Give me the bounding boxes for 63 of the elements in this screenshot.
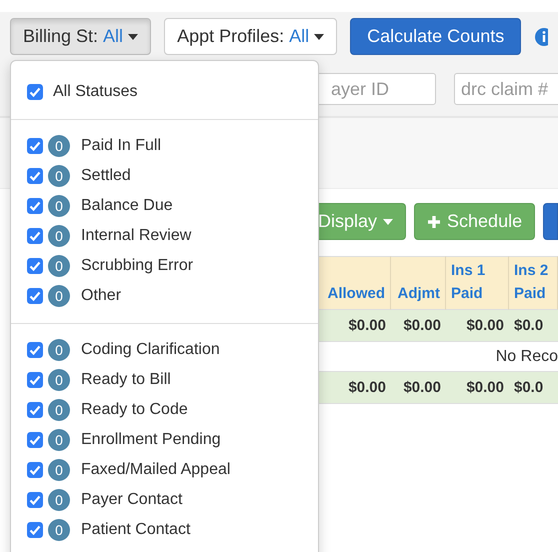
checkbox[interactable] <box>27 288 43 304</box>
menu-item-label[interactable]: Paid In Full <box>81 137 162 155</box>
checkbox[interactable] <box>27 492 43 508</box>
column-header[interactable]: Adjmt <box>391 256 446 310</box>
table-cell: $0.00 <box>318 310 391 342</box>
menu-item-label[interactable]: Balance Due <box>81 197 173 215</box>
menu-item-label[interactable]: Other <box>81 287 122 305</box>
count-badge: 0 <box>48 195 70 217</box>
menu-item-label[interactable]: Ready to Bill <box>81 371 171 389</box>
info-icon[interactable] <box>534 26 548 46</box>
caret-icon <box>128 34 138 40</box>
checkbox[interactable] <box>27 462 43 478</box>
checkbox[interactable] <box>27 198 43 214</box>
column-header[interactable]: Allowed <box>318 256 391 310</box>
column-header[interactable]: Ins 1 Paid <box>446 256 509 310</box>
count-badge: 0 <box>48 489 70 511</box>
column-header[interactable]: Ins 2 Paid <box>509 256 558 310</box>
menu-item-label[interactable]: Payer Contact <box>81 491 182 509</box>
table-cell: $0.00 <box>391 310 446 342</box>
menu-item-label[interactable]: Settled <box>81 167 131 185</box>
calculate-counts-button[interactable]: Calculate Counts <box>350 18 522 55</box>
caret-icon <box>314 34 324 40</box>
checkbox[interactable] <box>27 228 43 244</box>
count-badge: 0 <box>48 519 70 541</box>
checkbox[interactable] <box>27 402 43 418</box>
search-field[interactable]: drc claim # <box>454 73 558 105</box>
count-badge: 0 <box>48 429 70 451</box>
checkbox[interactable] <box>27 522 43 538</box>
table-cell: $0.00 <box>391 372 446 404</box>
table-cell: $0.00 <box>318 372 391 404</box>
menu-item-label[interactable]: Enrollment Pending <box>81 431 221 449</box>
menu-item-label[interactable]: Faxed/Mailed Appeal <box>81 461 230 479</box>
checkbox[interactable] <box>27 84 43 100</box>
count-badge: 0 <box>48 459 70 481</box>
checkbox[interactable] <box>27 432 43 448</box>
checkbox[interactable] <box>27 138 43 154</box>
menu-item-label[interactable]: Coding Clarification <box>81 341 220 359</box>
plus-icon <box>427 214 442 228</box>
checkbox[interactable] <box>27 168 43 184</box>
table-cell: $0.0 <box>509 372 558 404</box>
caret-icon <box>383 218 394 224</box>
menu-item-label[interactable]: Internal Review <box>81 227 192 245</box>
table-cell: $0.0 <box>509 310 558 342</box>
checkbox[interactable] <box>27 342 43 358</box>
table-cell: $0.00 <box>446 372 509 404</box>
billing-status-dropdown[interactable]: Billing St: All <box>10 18 152 55</box>
menu-item-label[interactable]: Ready to Code <box>81 401 188 419</box>
count-badge: 0 <box>48 339 70 361</box>
menu-item-label[interactable]: Scrubbing Error <box>81 257 194 275</box>
appt-profiles-dropdown[interactable]: Appt Profiles: All <box>164 18 338 55</box>
menu-item-label[interactable]: All Statuses <box>53 83 138 101</box>
count-badge: 0 <box>48 399 70 421</box>
empty-message: No Reco <box>496 348 558 366</box>
menu-item-label[interactable]: Patient Contact <box>81 521 190 539</box>
count-badge: 0 <box>48 135 70 157</box>
count-badge: 0 <box>48 225 70 247</box>
count-badge: 0 <box>48 369 70 391</box>
count-badge: 0 <box>48 255 70 277</box>
checkbox[interactable] <box>27 372 43 388</box>
checkbox[interactable] <box>27 258 43 274</box>
count-badge: 0 <box>48 165 70 187</box>
table-cell: $0.00 <box>446 310 509 342</box>
count-badge: 0 <box>48 285 70 307</box>
